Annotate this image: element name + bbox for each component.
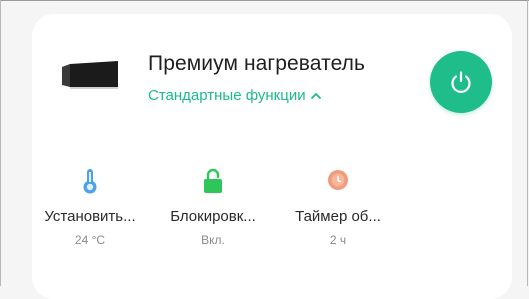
function-value: 2 ч — [329, 233, 347, 247]
window-border-right — [527, 0, 528, 286]
timer-icon — [328, 170, 348, 190]
function-value: Вкл. — [201, 233, 225, 247]
power-icon — [451, 71, 471, 93]
function-value: 24 °C — [74, 233, 106, 247]
window-border-left — [0, 0, 1, 286]
lock-icon — [204, 168, 222, 193]
power-button[interactable] — [430, 51, 492, 113]
thermometer-icon — [83, 169, 97, 194]
window-border-top — [0, 0, 529, 1]
heater-image — [62, 61, 118, 89]
function-set-temperature[interactable]: Установить... 24 °C — [30, 168, 150, 247]
chevron-up-icon — [310, 92, 321, 99]
device-name: Премиум нагреватель — [148, 52, 366, 75]
function-label: Таймер об... — [295, 208, 381, 225]
standard-functions-toggle[interactable]: Стандартные функции — [148, 87, 322, 104]
standard-functions-label: Стандартные функции — [148, 87, 306, 104]
function-lock[interactable]: Блокировк... Вкл. — [153, 168, 273, 247]
function-label: Установить... — [44, 208, 136, 225]
function-timer[interactable]: Таймер об... 2 ч — [278, 168, 398, 247]
function-label: Блокировк... — [170, 208, 256, 225]
